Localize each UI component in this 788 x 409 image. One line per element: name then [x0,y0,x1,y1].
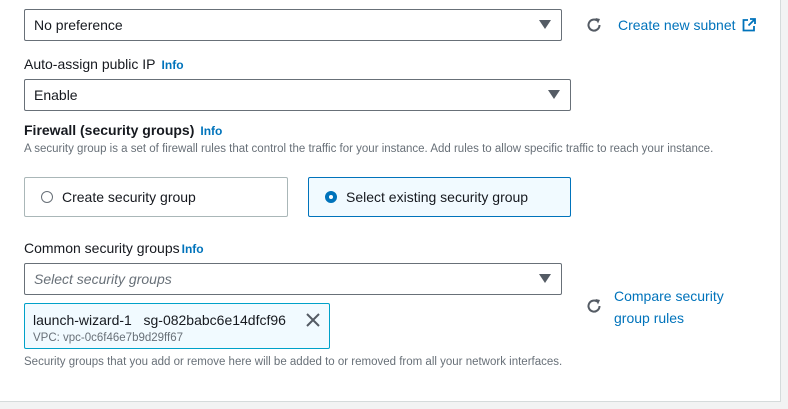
security-group-token-name: launch-wizard-1 sg-082babc6e14dfcf96 [33,312,286,328]
subnet-select-value: No preference [34,17,123,33]
auto-assign-ip-label-text: Auto-assign public IP [24,56,156,72]
network-settings-panel: No preference Create new subnet Auto-ass… [0,0,781,402]
common-security-groups-label: Common security groups Info [24,240,204,256]
security-group-token-vpc: VPC: vpc-0c6f46e7b9d29ff67 [33,332,184,344]
subnet-select[interactable]: No preference [24,9,562,41]
refresh-icon[interactable] [585,16,603,34]
create-security-group-option[interactable]: Create security group [24,177,288,217]
compare-link-line2: group rules [614,310,685,326]
firewall-label: Firewall (security groups) Info [24,122,222,138]
firewall-info-link[interactable]: Info [200,124,222,138]
compare-link-line1: Compare security [614,288,724,304]
auto-assign-ip-value: Enable [34,87,78,103]
auto-assign-ip-info-link[interactable]: Info [162,58,184,72]
select-existing-security-group-label: Select existing security group [346,189,529,205]
security-group-token: launch-wizard-1 sg-082babc6e14dfcf96 VPC… [24,303,330,349]
common-security-groups-info-link[interactable]: Info [182,242,204,256]
refresh-icon[interactable] [585,297,603,315]
firewall-label-text: Firewall (security groups) [24,122,195,138]
create-subnet-link-label: Create new subnet [618,17,736,33]
compare-security-group-rules-link[interactable]: Compare security group rules [614,285,724,329]
security-groups-placeholder: Select security groups [34,271,172,287]
close-icon[interactable] [305,312,321,328]
auto-assign-ip-label: Auto-assign public IP Info [24,56,184,72]
external-link-icon [743,18,757,32]
common-security-groups-label-text: Common security groups [24,240,180,256]
create-security-group-label: Create security group [62,189,196,205]
select-existing-security-group-option[interactable]: Select existing security group [308,177,571,217]
security-groups-footnote: Security groups that you add or remove h… [24,356,563,368]
create-subnet-link[interactable]: Create new subnet [618,14,757,36]
auto-assign-ip-select[interactable]: Enable [24,79,571,111]
caret-down-icon [539,20,551,29]
caret-down-icon [539,274,551,283]
radio-checked-icon[interactable] [325,191,337,203]
caret-down-icon [548,90,560,99]
security-groups-select[interactable]: Select security groups [24,263,562,295]
firewall-description: A security group is a set of firewall ru… [24,143,714,155]
radio-unchecked-icon[interactable] [41,191,53,203]
